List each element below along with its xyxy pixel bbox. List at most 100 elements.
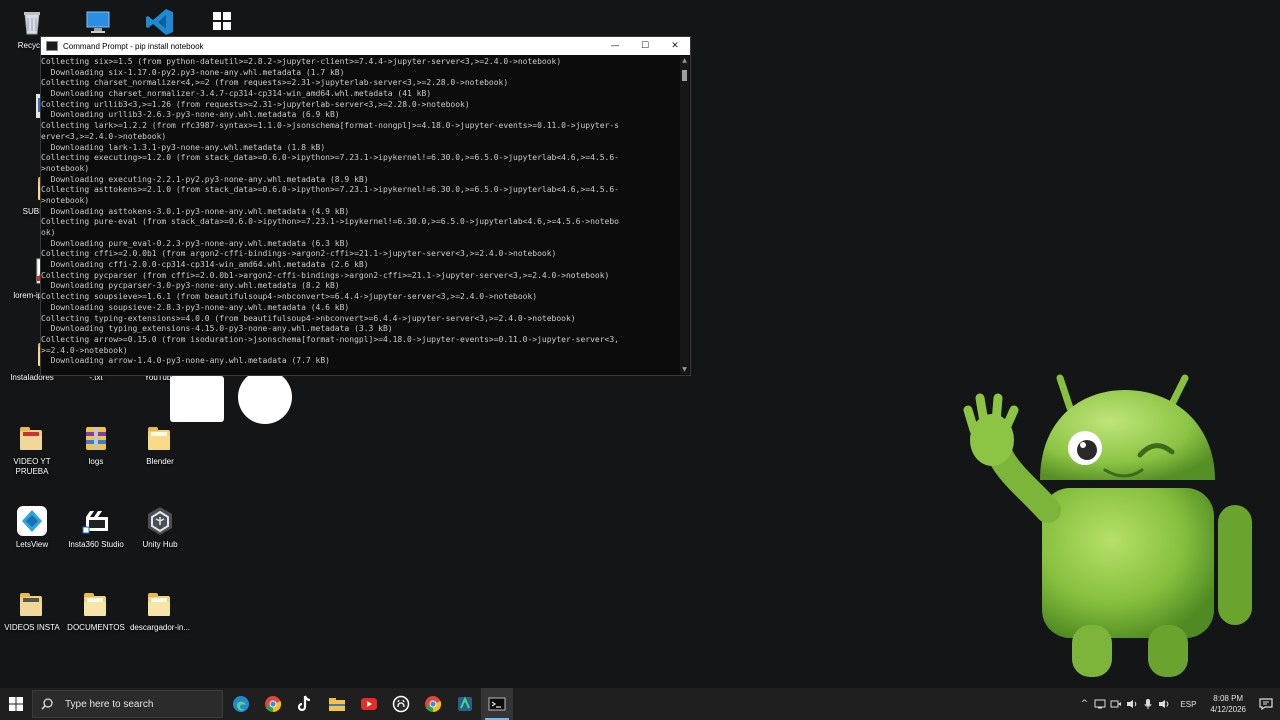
window-titlebar[interactable]: Command Prompt - pip install notebook — … (41, 37, 690, 55)
search-placeholder: Type here to search (65, 698, 154, 710)
desktop-icon-label: logs (88, 457, 104, 466)
archive-icon (80, 422, 112, 454)
network-icon[interactable] (1092, 688, 1108, 720)
console-line: Downloading six-1.17.0-py2.py3-none-any.… (41, 67, 345, 77)
console-line: Downloading asttokens-3.0.1-py3-none-any… (41, 206, 350, 216)
console-line: Collecting asttokens>=2.1.0 (from stack_… (41, 185, 619, 195)
window-title: Command Prompt - pip install notebook (63, 41, 204, 51)
taskbar-app-terminal[interactable] (481, 688, 513, 720)
input-language-indicator[interactable]: ESP (1180, 700, 1196, 709)
search-icon (41, 695, 55, 714)
taskbar-search-box[interactable]: Type here to search (32, 690, 223, 718)
desktop-icon-videos-insta[interactable]: VIDEOS INSTA (0, 588, 64, 633)
minimize-button[interactable]: — (600, 37, 630, 55)
file-explorer-icon (329, 698, 345, 711)
desktop: Recycle R SUBI lorem-ipsu (0, 0, 1280, 688)
cmd-app-icon (46, 41, 58, 51)
taskbar-app-android-studio[interactable] (449, 688, 481, 720)
desktop-icon-blender[interactable]: Blender (128, 422, 192, 467)
console-line: >=2.4.0->notebook) (41, 345, 128, 355)
taskbar-app-file-explorer[interactable] (321, 688, 353, 720)
console-line: ok) (41, 228, 56, 237)
folder-icon (144, 422, 176, 454)
desktop-icon-label: Insta360 Studio (68, 540, 124, 549)
taskbar: Type here to search ^ ESP 8:08 PM 4/12/2… (0, 688, 1280, 720)
windows-logo-icon (9, 697, 23, 711)
youtube-icon (361, 698, 377, 710)
volume-icon[interactable] (1124, 688, 1140, 720)
desktop-icon-descargador[interactable]: descargador-in... (128, 588, 192, 633)
unity-hub-icon (144, 505, 176, 537)
tiktok-icon (297, 695, 311, 712)
desktop-icon-unity-hub[interactable]: Unity Hub (128, 505, 192, 550)
speaker-icon[interactable] (1156, 688, 1172, 720)
desktop-icon-logs[interactable]: logs (64, 422, 128, 467)
scroll-down-arrow-icon[interactable]: ▼ (680, 365, 689, 374)
drag-ghost-circle (238, 370, 292, 424)
meet-now-icon[interactable] (1108, 688, 1124, 720)
clock-time: 8:08 PM (1213, 694, 1244, 703)
maximize-button[interactable]: ☐ (630, 37, 660, 55)
taskbar-app-chrome-2[interactable] (417, 688, 449, 720)
taskbar-app-edge[interactable] (225, 688, 257, 720)
desktop-icon-label: VIDEOS INSTA (4, 623, 60, 632)
folder-icon (144, 588, 176, 620)
drag-ghost-square (170, 376, 224, 422)
desktop-icon-label: Unity Hub (142, 540, 178, 549)
clock-date: 4/12/2026 (1210, 705, 1246, 714)
close-button[interactable]: ✕ (660, 37, 690, 55)
console-line: Downloading executing-2.2.1-py2.py3-none… (41, 174, 369, 184)
video-folder-icon (16, 588, 48, 620)
taskbar-app-chrome[interactable] (257, 688, 289, 720)
folder-icon (80, 588, 112, 620)
console-line: Collecting pycparser (from cffi>=2.0.0b1… (41, 270, 610, 280)
desktop-icon-documentos[interactable]: DOCUMENTOS (64, 588, 128, 633)
video-folder-icon (16, 422, 48, 454)
app-grid-icon (206, 6, 238, 38)
desktop-icon-video-yt-prueba[interactable]: VIDEO YT PRUEBA (0, 422, 64, 477)
console-line: Collecting charset_normalizer<4,>=2 (fro… (41, 78, 509, 88)
github-desktop-icon (392, 695, 410, 713)
system-tray: ^ ESP 8:08 PM 4/12/2026 (1076, 688, 1280, 720)
desktop-icon-label: LetsView (15, 540, 49, 549)
console-line: Collecting arrow>=0.15.0 (from isodurati… (41, 334, 619, 344)
taskbar-app-youtube[interactable] (353, 688, 385, 720)
desktop-icon-label: DOCUMENTOS (67, 623, 125, 632)
console-line: Downloading pycparser-3.0-py3-none-any.w… (41, 281, 340, 291)
desktop-icon-insta360[interactable]: Insta360 Studio (64, 505, 128, 550)
console-line: Collecting six>=1.5 (from python-dateuti… (41, 57, 562, 66)
console-line: Downloading lark-1.3.1-py3-none-any.whl.… (41, 142, 326, 152)
taskbar-clock[interactable]: 8:08 PM 4/12/2026 (1210, 693, 1246, 715)
android-studio-icon (458, 696, 472, 711)
console-output[interactable]: Collecting six>=1.5 (from python-dateuti… (41, 56, 681, 375)
desktop-icon-label: descargador-in... (129, 623, 191, 632)
command-prompt-window[interactable]: Command Prompt - pip install notebook — … (40, 36, 691, 376)
vscode-icon (144, 6, 176, 38)
this-pc-icon (82, 6, 114, 38)
console-line: Downloading pure_eval-0.2.3-py3-none-any… (41, 238, 350, 248)
console-line: Downloading urllib3-2.6.3-py3-none-any.w… (41, 110, 340, 120)
start-button[interactable] (0, 688, 32, 720)
console-line: Collecting cffi>=2.0.0b1 (from argon2-cf… (41, 249, 557, 259)
scroll-up-arrow-icon[interactable]: ▲ (680, 56, 689, 65)
desktop-icon-label: VIDEO YT PRUEBA (13, 457, 51, 476)
console-line: >notebook) (41, 195, 90, 205)
console-line: Downloading arrow-1.4.0-py3-none-any.whl… (41, 356, 330, 366)
notification-center-icon[interactable] (1252, 688, 1280, 720)
microphone-icon[interactable] (1140, 688, 1156, 720)
insta360-icon (80, 505, 112, 537)
show-hidden-icons-chevron-up-icon[interactable]: ^ (1076, 688, 1092, 720)
taskbar-app-github-desktop[interactable] (385, 688, 417, 720)
console-line: Downloading charset_normalizer-3.4.7-cp3… (41, 89, 432, 99)
console-line: Collecting executing>=1.2.0 (from stack_… (41, 153, 619, 163)
vertical-scrollbar[interactable]: ▲ ▼ (680, 56, 689, 374)
console-line: >notebook) (41, 163, 90, 173)
chrome-icon (265, 696, 282, 713)
taskbar-app-tiktok[interactable] (289, 688, 321, 720)
console-line: erver<3,>=2.4.0->notebook) (41, 131, 167, 141)
scrollbar-thumb[interactable] (682, 70, 687, 81)
android-mascot-wallpaper (963, 374, 1252, 677)
console-line: Collecting typing-extensions>=4.0.0 (fro… (41, 313, 576, 323)
console-line: Collecting soupsieve>=1.6.1 (from beauti… (41, 292, 538, 302)
desktop-icon-letsview[interactable]: LetsView (0, 505, 64, 550)
